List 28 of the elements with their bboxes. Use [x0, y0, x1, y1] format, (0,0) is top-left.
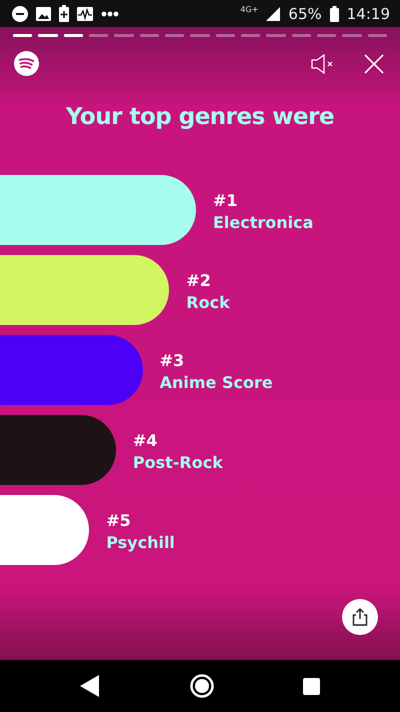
genre-rank: #1	[213, 190, 239, 210]
back-icon[interactable]	[80, 675, 100, 697]
network-type: 4G+	[240, 5, 258, 14]
image-icon	[36, 6, 51, 20]
genre-rank: #2	[186, 270, 212, 290]
battery-percent: 65%	[288, 4, 322, 22]
activity-icon	[77, 6, 93, 20]
close-icon[interactable]	[364, 54, 384, 74]
title: Your top genres were	[64, 104, 336, 130]
genre-rank: #5	[106, 510, 132, 530]
genre-rank: #3	[160, 350, 186, 370]
spotify-logo-icon	[14, 51, 39, 76]
genre-name: Rock	[186, 292, 230, 312]
genre-rank: #4	[132, 430, 158, 450]
genre-name: Psychill	[106, 532, 175, 552]
signal-icon	[266, 6, 280, 20]
home-icon[interactable]	[188, 673, 214, 699]
share-button[interactable]	[342, 599, 378, 635]
do-not-disturb-icon	[12, 6, 28, 22]
more-dots-icon	[101, 10, 120, 18]
genre-name: Anime Score	[160, 372, 273, 392]
recents-icon[interactable]	[303, 678, 320, 694]
genre-name: Post-Rock	[132, 452, 223, 472]
battery-icon	[330, 6, 339, 22]
genre-name: Electronica	[213, 212, 314, 232]
share-icon	[352, 608, 368, 626]
battery-charging-icon	[59, 5, 69, 22]
clock: 14:19	[346, 4, 390, 22]
